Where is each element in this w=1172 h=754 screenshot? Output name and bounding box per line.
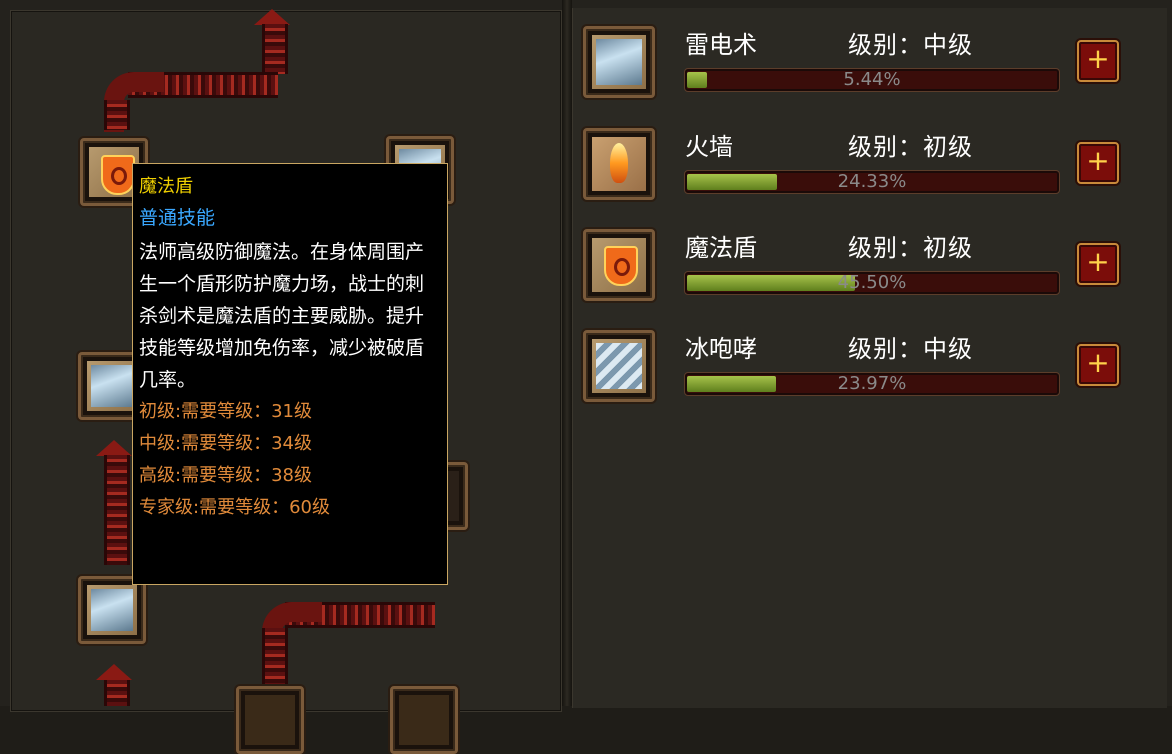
skill-row-ice-roar: 冰咆哮 级别：中级 23.97% +: [583, 330, 1163, 410]
tooltip-skill-type: 普通技能: [139, 207, 216, 229]
tree-connector: [262, 24, 288, 74]
tree-arrow-up-icon: [96, 440, 132, 456]
tooltip-requirement: 初级:需要等级：31级: [139, 401, 312, 422]
skill-progress-text: 45.50%: [837, 272, 907, 293]
add-skill-point-button[interactable]: +: [1077, 243, 1119, 285]
ice-roar-icon: [91, 365, 133, 407]
skill-progress-text: 23.97%: [837, 373, 907, 394]
skill-name: 火墙: [685, 133, 733, 161]
tooltip-requirement: 中级:需要等级：34级: [139, 433, 312, 454]
add-skill-point-button[interactable]: +: [1077, 344, 1119, 386]
lightning-icon: [596, 39, 642, 85]
tooltip-title: 魔法盾: [139, 176, 193, 197]
panel-divider: [562, 0, 572, 706]
skill-name: 冰咆哮: [685, 335, 757, 363]
fire-wall-icon: [610, 143, 628, 183]
skill-icon-frame[interactable]: [583, 128, 655, 200]
skill-level: 级别：初级: [848, 133, 973, 161]
tree-arrow-up-icon: [254, 9, 290, 25]
skill-progress-bar: 45.50%: [684, 271, 1060, 295]
ice-roar-icon: [596, 343, 642, 389]
magic-shield-icon: [604, 246, 638, 286]
tree-connector: [104, 455, 130, 565]
skill-progress-bar: 23.97%: [684, 372, 1060, 396]
skill-progress-bar: 24.33%: [684, 170, 1060, 194]
magic-shield-icon: [101, 155, 135, 195]
tooltip-requirement: 专家级:需要等级：60级: [139, 497, 330, 518]
skill-icon-frame[interactable]: [583, 26, 655, 98]
add-skill-point-button[interactable]: +: [1077, 40, 1119, 82]
skill-icon-frame[interactable]: [583, 330, 655, 402]
skill-name: 雷电术: [685, 31, 757, 59]
tooltip-description: 法师高级防御魔法。在身体周围产生一个盾形防护魔力场，战士的刺杀剑术是魔法盾的主要…: [139, 241, 425, 391]
tree-connector: [104, 100, 130, 130]
tree-connector: [262, 628, 288, 688]
dragon-icon: [91, 589, 133, 631]
tree-node-skill[interactable]: [390, 686, 458, 754]
skill-progress-bar: 5.44%: [684, 68, 1060, 92]
skill-row-fire-wall: 火墙 级别：初级 24.33% +: [583, 128, 1163, 208]
skill-progress-text: 5.44%: [843, 69, 901, 90]
add-skill-point-button[interactable]: +: [1077, 142, 1119, 184]
skill-progress-text: 24.33%: [837, 171, 907, 192]
skill-name: 魔法盾: [685, 234, 757, 262]
tree-arrow-up-icon: [96, 664, 132, 680]
skill-tooltip: 魔法盾 普通技能 法师高级防御魔法。在身体周围产生一个盾形防护魔力场，战士的刺杀…: [132, 163, 448, 585]
tree-node-skill[interactable]: [78, 576, 146, 644]
tree-connector: [104, 680, 130, 706]
skill-window: 魔法盾 普通技能 法师高级防御魔法。在身体周围产生一个盾形防护魔力场，战士的刺杀…: [0, 0, 1172, 754]
tooltip-requirement: 高级:需要等级：38级: [139, 465, 312, 486]
skill-level: 级别：中级: [848, 31, 973, 59]
skill-level: 级别：初级: [848, 234, 973, 262]
skill-row-lightning: 雷电术 级别：中级 5.44% +: [583, 26, 1163, 106]
skill-level: 级别：中级: [848, 335, 973, 363]
tree-node-skill[interactable]: [236, 686, 304, 754]
skill-icon-frame[interactable]: [583, 229, 655, 301]
skill-row-magic-shield: 魔法盾 级别：初级 45.50% +: [583, 229, 1163, 309]
